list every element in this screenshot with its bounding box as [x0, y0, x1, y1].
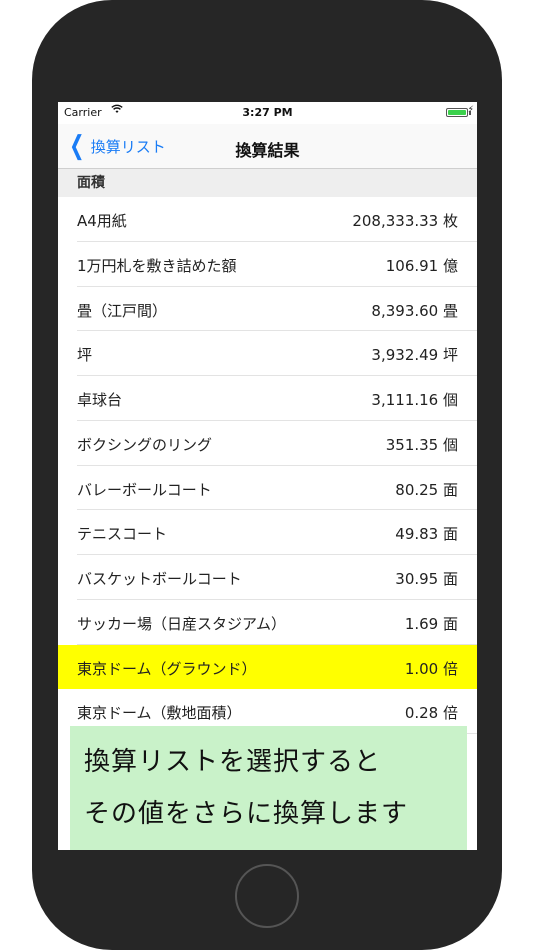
caption-line-2: その値をさらに換算します	[84, 799, 409, 829]
item-value: 1.00 倍	[404, 659, 458, 678]
item-value: 80.25 面	[395, 480, 458, 499]
list-item[interactable]: 1万円札を敷き詰めた額 106.91 億	[58, 242, 477, 287]
item-value: 0.28 倍	[404, 704, 458, 723]
promo-caption: 換算リストを選択すると その値をさらに換算します	[70, 726, 467, 850]
item-value: 49.83 面	[395, 525, 458, 544]
list-item[interactable]: サッカー場（日産スタジアム） 1.69 面	[58, 600, 477, 645]
battery-icon	[446, 108, 471, 117]
list-item-highlighted[interactable]: 東京ドーム（グラウンド） 1.00 倍	[58, 644, 477, 690]
list-item[interactable]: 坪 3,932.49 坪	[58, 331, 477, 376]
item-value: 208,333.33 枚	[352, 212, 458, 230]
navigation-bar: ❮ 換算リスト 換算結果	[58, 124, 477, 169]
item-label: 東京ドーム（敷地面積）	[77, 704, 242, 723]
item-value: 30.95 面	[395, 570, 458, 588]
list-item[interactable]: A4用紙 208,333.33 枚	[58, 197, 477, 242]
item-label: 卓球台	[77, 391, 123, 409]
item-value: 3,111.16 個	[371, 391, 458, 409]
home-button[interactable]	[235, 864, 299, 928]
item-value: 1.69 面	[404, 614, 458, 633]
item-label: A4用紙	[77, 212, 127, 230]
status-time: 3:27 PM	[242, 106, 293, 119]
list-item[interactable]: テニスコート 49.83 面	[58, 510, 477, 555]
list-item[interactable]: バレーボールコート 80.25 面	[58, 466, 477, 511]
item-label: バスケットボールコート	[77, 570, 242, 588]
item-value: 8,393.60 畳	[371, 301, 458, 320]
item-label: バレーボールコート	[77, 480, 212, 499]
list-item[interactable]: ボクシングのリング 351.35 個	[58, 421, 477, 466]
item-value: 351.35 個	[385, 435, 458, 454]
page-title: 換算結果	[235, 141, 300, 160]
status-bar: Carrier 3:27 PM ⚡	[58, 102, 477, 124]
item-label: 東京ドーム（グラウンド）	[77, 659, 257, 678]
caption-line-1: 換算リストを選択すると	[84, 747, 382, 777]
item-label: 1万円札を敷き詰めた額	[77, 256, 237, 275]
item-value: 106.91 億	[385, 256, 458, 275]
list-item[interactable]: バスケットボールコート 30.95 面	[58, 555, 477, 600]
result-list: A4用紙 208,333.33 枚 1万円札を敷き詰めた額 106.91 億 畳…	[58, 197, 477, 734]
item-label: サッカー場（日産スタジアム）	[77, 614, 286, 633]
charging-icon: ⚡	[467, 105, 474, 115]
list-item[interactable]: 畳（江戸間） 8,393.60 畳	[58, 287, 477, 332]
item-label: 畳（江戸間）	[77, 301, 168, 320]
item-label: テニスコート	[77, 525, 168, 544]
list-item[interactable]: 卓球台 3,111.16 個	[58, 376, 477, 421]
item-label: ボクシングのリング	[77, 435, 213, 454]
item-value: 3,932.49 坪	[371, 346, 458, 365]
app-screen: Carrier 3:27 PM ⚡ ❮ 換算リスト 換算結果 面積 A4用紙 2…	[58, 102, 477, 850]
item-label: 坪	[77, 346, 93, 365]
section-header: 面積	[58, 169, 477, 197]
